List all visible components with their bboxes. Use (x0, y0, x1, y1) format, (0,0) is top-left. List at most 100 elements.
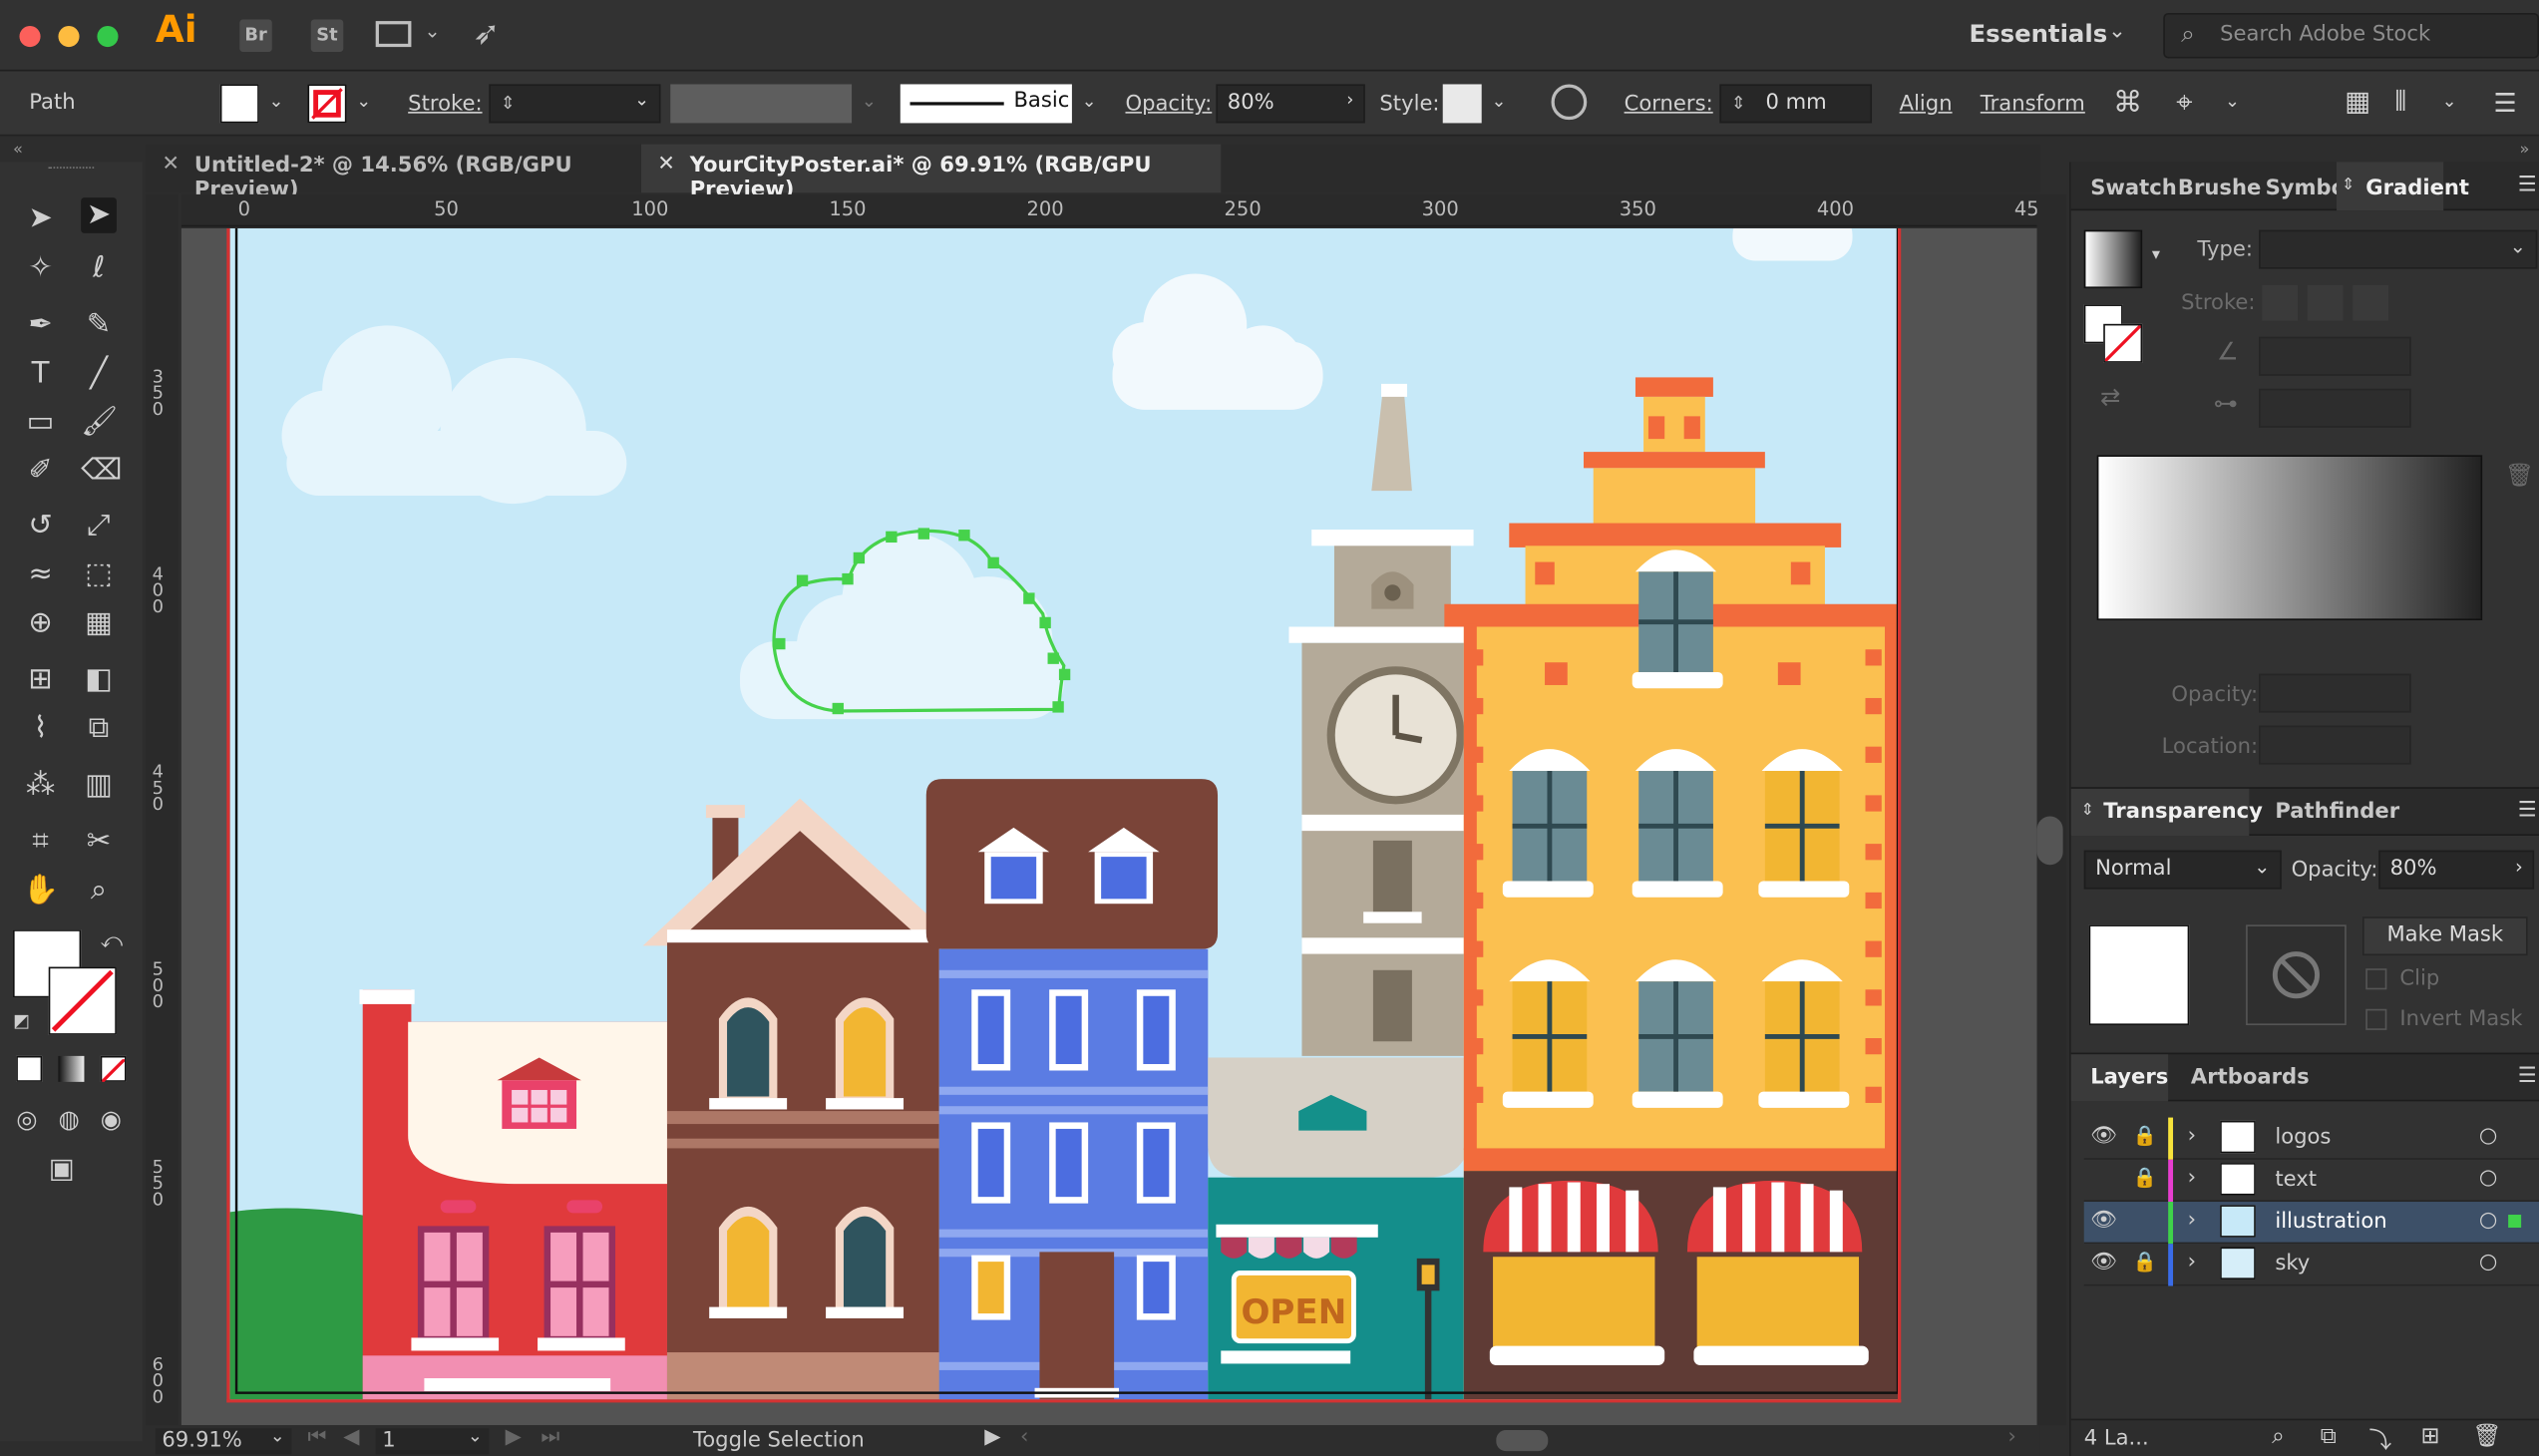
gradient-swatch[interactable] (2083, 229, 2143, 289)
make-mask-button[interactable]: Make Mask (2362, 916, 2528, 956)
tab-layers[interactable]: Layers (2070, 1054, 2168, 1102)
close-icon[interactable]: ✕ (657, 153, 675, 177)
close-icon[interactable]: ✕ (162, 153, 180, 177)
shape-builder-tool-icon[interactable]: ⊕ (23, 605, 59, 641)
draw-inside-icon[interactable]: ◉ (101, 1105, 122, 1134)
shaper-tool-icon[interactable]: ✐ (23, 454, 59, 490)
chevron-down-icon[interactable]: ⌄ (269, 91, 284, 112)
delete-layer-icon[interactable]: 🗑 (2472, 1424, 2501, 1450)
draw-behind-icon[interactable]: ◍ (58, 1105, 79, 1134)
chevron-right-icon[interactable]: › (2188, 1124, 2196, 1148)
stroke-within-icon[interactable] (2262, 284, 2299, 321)
eraser-tool-icon[interactable]: ⌫ (81, 454, 122, 490)
arrange-icon[interactable]: ▦ (2345, 86, 2370, 118)
chevron-right-icon[interactable]: › (2188, 1166, 2196, 1190)
first-artboard-icon[interactable]: ⏮ (308, 1425, 327, 1449)
control-menu-icon[interactable]: ☰ (2494, 88, 2517, 119)
pen-tool-icon[interactable]: ✒ (23, 308, 59, 344)
target-icon[interactable]: ○ (2479, 1166, 2497, 1190)
swap-fill-stroke-icon[interactable]: ⤺ (101, 929, 124, 953)
graphic-style-swatch[interactable] (1442, 84, 1482, 124)
variable-width-profile[interactable] (670, 84, 853, 124)
tab-artboards[interactable]: Artboards (2191, 1066, 2310, 1090)
chevron-down-icon[interactable]: ⌄ (2108, 19, 2126, 43)
last-artboard-icon[interactable]: ⏭ (541, 1425, 559, 1449)
gpu-performance-icon[interactable]: ➶ (473, 13, 500, 52)
scrollbar-thumb[interactable] (2036, 816, 2063, 866)
tab-document-1[interactable]: ✕ Untitled-2* @ 14.56% (RGB/GPU Preview) (146, 145, 641, 202)
artboard-tool-icon[interactable]: ⌗ (23, 825, 59, 861)
free-transform-tool-icon[interactable]: ⬚ (81, 557, 117, 593)
width-tool-icon[interactable]: ≈ (23, 557, 59, 593)
lock-icon[interactable]: 🔒 (2132, 1166, 2156, 1189)
mesh-tool-icon[interactable]: ⊞ (23, 662, 59, 698)
stroke-across-icon[interactable] (2353, 284, 2388, 321)
lock-icon[interactable]: 🔒 (2132, 1251, 2156, 1274)
perspective-grid-tool-icon[interactable]: ▦ (81, 605, 117, 641)
column-graph-tool-icon[interactable]: ▥ (81, 768, 117, 804)
zoom-window-button[interactable] (97, 25, 119, 48)
slice-tool-icon[interactable]: ✂ (81, 825, 117, 861)
tab-brushes[interactable]: Brushe (2178, 177, 2261, 200)
brush-definition[interactable]: Basic (900, 84, 1072, 124)
type-tool-icon[interactable]: T (23, 356, 59, 392)
isolate-object-icon[interactable]: ⌘ (2113, 86, 2142, 120)
lock-icon[interactable]: 🔒 (2132, 1124, 2156, 1147)
visibility-eye-icon[interactable]: 👁 (2090, 1251, 2117, 1274)
scale-tool-icon[interactable]: ⤢ (81, 509, 117, 545)
blend-mode-select[interactable]: Normal ⌄ (2083, 850, 2282, 890)
chevron-down-icon[interactable]: ▾ (2152, 246, 2160, 264)
target-icon[interactable]: ○ (2479, 1209, 2497, 1233)
chevron-down-icon[interactable]: ⌄ (862, 91, 877, 112)
chevron-right-icon[interactable]: › (2188, 1209, 2196, 1233)
minimize-window-button[interactable] (58, 25, 80, 48)
city-poster-artwork[interactable]: OPEN (229, 227, 1902, 1402)
layer-name[interactable]: logos (2275, 1126, 2331, 1150)
clip-checkbox[interactable] (2365, 968, 2387, 990)
align-button[interactable]: Align (1900, 93, 1953, 117)
tab-pathfinder[interactable]: Pathfinder (2275, 800, 2399, 824)
visibility-eye-icon[interactable]: 👁 (2090, 1209, 2117, 1233)
gradient-location-field[interactable] (2259, 725, 2411, 765)
tab-symbols[interactable]: Symbo (2266, 177, 2347, 200)
stroke-color-box[interactable] (48, 966, 117, 1035)
corners-label[interactable]: Corners: (1625, 93, 1713, 117)
color-mode-icon[interactable] (16, 1055, 43, 1082)
stroke-along-icon[interactable] (2307, 284, 2344, 321)
screen-mode-icon[interactable]: ▣ (49, 1153, 75, 1185)
gradient-tool-icon[interactable]: ◧ (81, 662, 117, 698)
eyedropper-tool-icon[interactable]: ⌇ (23, 711, 59, 747)
bridge-button[interactable]: Br (239, 19, 272, 52)
chevron-down-icon[interactable]: ⌄ (2442, 91, 2457, 112)
stroke-weight-field[interactable]: ⇕ ⌄ (489, 84, 661, 124)
chevron-down-icon[interactable]: ⌄ (2510, 234, 2526, 257)
panel-menu-icon[interactable]: ☰ (2518, 1064, 2537, 1088)
symbol-sprayer-tool-icon[interactable]: ⁂ (23, 768, 59, 804)
reverse-gradient-icon[interactable]: ⇄ (2100, 382, 2120, 411)
target-icon[interactable]: ○ (2479, 1124, 2497, 1148)
panel-options-icon[interactable]: ⫴ (2394, 86, 2406, 118)
selection-indicator[interactable] (2508, 1215, 2522, 1229)
panel-grip[interactable] (48, 167, 95, 172)
panel-menu-icon[interactable]: ☰ (2518, 174, 2537, 197)
delete-stop-icon[interactable]: 🗑 (2505, 463, 2534, 489)
transform-button[interactable]: Transform (1981, 93, 2085, 117)
chevron-down-icon[interactable]: ⌄ (270, 1425, 285, 1446)
invert-mask-checkbox[interactable] (2365, 1008, 2387, 1030)
blend-tool-icon[interactable]: ⧉ (81, 711, 117, 747)
default-colors-icon[interactable]: ◩ (13, 1010, 30, 1031)
direct-selection-tool-icon[interactable]: ➤ (81, 197, 117, 233)
hand-tool-icon[interactable]: ✋ (23, 873, 59, 909)
line-tool-icon[interactable]: ╱ (81, 356, 117, 392)
next-artboard-icon[interactable]: ▶ (506, 1425, 522, 1449)
create-new-layer-icon[interactable]: ⊞ (2420, 1424, 2439, 1450)
gradient-opacity-field[interactable] (2259, 673, 2411, 713)
locate-object-icon[interactable]: ⌕ (2272, 1424, 2285, 1450)
layer-name[interactable]: illustration (2275, 1210, 2386, 1234)
object-thumbnail[interactable] (2088, 924, 2190, 1026)
none-mode-icon[interactable] (100, 1055, 127, 1084)
make-clipping-mask-icon[interactable]: ⧉ (2321, 1424, 2337, 1450)
chevron-down-icon[interactable]: ⌄ (1082, 91, 1097, 112)
layer-name[interactable]: text (2275, 1168, 2317, 1192)
gradient-aspect-field[interactable] (2259, 388, 2411, 428)
